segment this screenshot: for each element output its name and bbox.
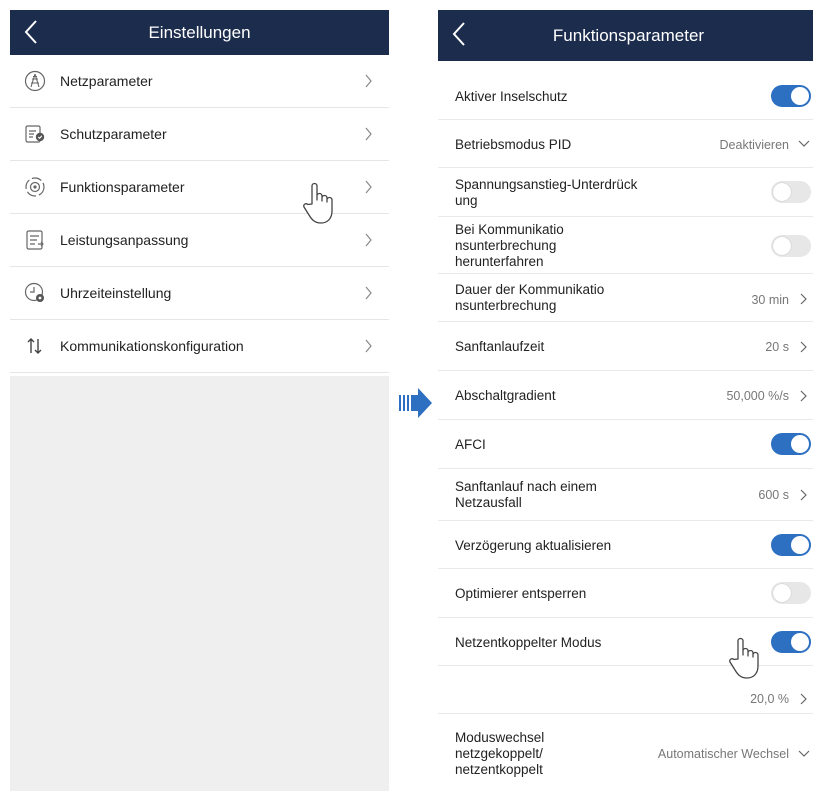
chevron-right-icon xyxy=(365,74,372,88)
row-value: 600 s xyxy=(758,488,789,502)
chevron-down-icon xyxy=(798,750,810,757)
row-verzoegerung-aktualisieren: Verzögerung aktualisieren xyxy=(438,521,813,569)
toggle-knob xyxy=(773,237,791,255)
chevron-right-icon xyxy=(800,390,807,402)
row-label: Dauer der Kommunikatio nsunterbrechung xyxy=(455,282,605,313)
row-afci: AFCI xyxy=(438,420,813,469)
row-label: Aktiver Inselschutz xyxy=(455,89,568,104)
arrow-right-icon xyxy=(399,388,432,418)
row-label: Moduswechsel netzgekoppelt/ netzentkoppe… xyxy=(455,730,545,777)
row-value: Automatischer Wechsel xyxy=(657,747,789,761)
row-sanftanlaufzeit[interactable]: Sanftanlaufzeit 20 s xyxy=(438,322,813,371)
chevron-down-icon xyxy=(798,140,810,147)
chevron-right-icon xyxy=(365,127,372,141)
row-dauer-kommunikationsunterbrechung[interactable]: Dauer der Kommunikatio nsunterbrechung 3… xyxy=(438,274,813,322)
verzoegerung-toggle[interactable] xyxy=(771,534,811,556)
row-label: Spannungsanstieg-Unterdrück ung xyxy=(455,177,638,208)
empty-area xyxy=(10,376,389,791)
toggle-knob xyxy=(791,536,809,554)
toggle-knob xyxy=(773,584,791,602)
page-title: Einstellungen xyxy=(148,23,251,42)
afci-toggle[interactable] xyxy=(771,433,811,455)
function-parameters-screen: Funktionsparameter Aktiver Inselschutz B… xyxy=(438,10,813,791)
toggle-knob xyxy=(773,183,791,201)
menu-item-schutzparameter[interactable]: Schutzparameter xyxy=(10,108,389,161)
pointer-hand-icon xyxy=(729,637,759,679)
menu-item-label: Uhrzeiteinstellung xyxy=(60,285,172,301)
spannungsanstieg-toggle[interactable] xyxy=(771,181,811,203)
row-value: 20,0 % xyxy=(750,692,789,706)
row-value: 50,000 %/s xyxy=(726,389,789,403)
row-label: Betriebsmodus PID xyxy=(455,137,572,152)
menu-item-label: Funktionsparameter xyxy=(60,179,185,195)
row-label: Sanftanlaufzeit xyxy=(455,339,545,354)
grid-tower-icon xyxy=(24,70,46,92)
function-gear-icon xyxy=(25,177,45,197)
chevron-right-icon xyxy=(365,180,372,194)
row-bei-kommunikationsunterbrechung: Bei Kommunikatio nsunterbrechung herunte… xyxy=(438,217,813,274)
optimierer-toggle[interactable] xyxy=(771,582,811,604)
menu-item-kommunikationskonfiguration[interactable]: Kommunikationskonfiguration xyxy=(10,320,389,373)
row-label: Sanftanlauf nach einem Netzausfall xyxy=(455,479,597,510)
chevron-right-icon xyxy=(800,293,807,305)
chevron-right-icon xyxy=(365,233,372,247)
row-label: Netzentkoppelter Modus xyxy=(455,635,602,650)
row-moduswechsel[interactable]: Moduswechsel netzgekoppelt/ netzentkoppe… xyxy=(438,714,813,784)
toggle-knob xyxy=(791,87,809,105)
menu-item-netzparameter[interactable]: Netzparameter xyxy=(10,55,389,108)
power-adjust-icon xyxy=(26,230,44,250)
settings-header: Einstellungen xyxy=(10,10,389,55)
pointer-hand-icon xyxy=(303,182,333,224)
row-label: Abschaltgradient xyxy=(455,388,556,403)
netzentkoppelter-modus-toggle[interactable] xyxy=(771,631,811,653)
menu-item-label: Kommunikationskonfiguration xyxy=(60,338,244,354)
row-abschaltgradient[interactable]: Abschaltgradient 50,000 %/s xyxy=(438,371,813,420)
kommunikationsunterbrechung-toggle[interactable] xyxy=(771,235,811,257)
chevron-right-icon xyxy=(365,286,372,300)
aktiver-inselschutz-toggle[interactable] xyxy=(771,85,811,107)
row-betriebsmodus-pid[interactable]: Betriebsmodus PID Deaktivieren xyxy=(438,120,813,168)
up-down-arrows-icon xyxy=(27,338,42,354)
row-label: Optimierer entsperren xyxy=(455,586,587,601)
chevron-right-icon xyxy=(800,693,807,705)
row-value: Deaktivieren xyxy=(719,138,789,152)
menu-item-uhrzeiteinstellung[interactable]: Uhrzeiteinstellung xyxy=(10,267,389,320)
row-optimierer-entsperren: Optimierer entsperren xyxy=(438,569,813,618)
clock-settings-icon xyxy=(24,282,44,302)
row-aktiver-inselschutz: Aktiver Inselschutz xyxy=(438,72,813,120)
toggle-knob xyxy=(791,435,809,453)
protection-list-icon xyxy=(25,125,45,143)
page-title: Funktionsparameter xyxy=(552,26,705,45)
chevron-right-icon xyxy=(800,341,807,353)
menu-item-label: Leistungsanpassung xyxy=(60,232,189,248)
function-parameters-header: Funktionsparameter xyxy=(438,10,813,61)
row-value: 20 s xyxy=(765,340,789,354)
chevron-right-icon xyxy=(365,339,372,353)
row-label: Bei Kommunikatio nsunterbrechung herunte… xyxy=(455,222,564,269)
row-spannungsanstieg-unterdrueckung: Spannungsanstieg-Unterdrück ung xyxy=(438,168,813,217)
toggle-knob xyxy=(791,633,809,651)
menu-item-label: Schutzparameter xyxy=(60,126,167,142)
row-label: Verzögerung aktualisieren xyxy=(455,538,612,553)
row-label: AFCI xyxy=(455,437,486,452)
settings-screen: Einstellungen Netzparameter Schutzparame… xyxy=(10,10,389,791)
row-value: 30 min xyxy=(751,293,789,307)
row-sanftanlauf-netzausfall[interactable]: Sanftanlauf nach einem Netzausfall 600 s xyxy=(438,469,813,521)
menu-item-label: Netzparameter xyxy=(60,73,153,89)
chevron-right-icon xyxy=(800,489,807,501)
